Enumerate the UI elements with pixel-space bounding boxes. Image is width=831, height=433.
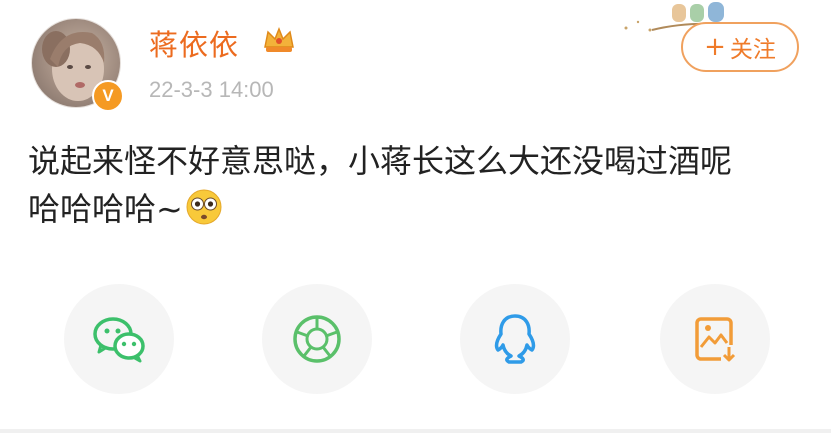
qq-icon [494,314,536,364]
username[interactable]: 蒋依依 [149,22,239,64]
wide-eyed-emoji-icon [186,189,222,225]
plus-icon: + [704,32,726,62]
post-text-line-2-wrap: 哈哈哈哈~ [28,185,818,233]
divider [0,429,831,433]
share-wechat-button[interactable] [64,284,174,394]
wechat-icon [93,317,145,363]
weibo-post: V 蒋依依 22-3-3 14:00 + 关注 说起来怪不好意思哒，小蒋长这么大… [0,0,831,433]
verified-badge: V [92,80,124,112]
post-text-line-2: 哈哈哈哈~ [28,190,183,228]
moments-icon [293,315,341,363]
post-text-line-1: 说起来怪不好意思哒，小蒋长这么大还没喝过酒呢 [28,142,733,180]
post-timestamp: 22-3-3 14:00 [149,77,274,102]
post-text: 说起来怪不好意思哒，小蒋长这么大还没喝过酒呢 哈哈哈哈~ [28,137,818,233]
share-moments-button[interactable] [262,284,372,394]
save-image-button[interactable] [660,284,770,394]
save-image-icon [695,317,737,363]
follow-label: 关注 [729,37,776,63]
follow-button[interactable]: + 关注 [681,22,799,72]
share-qq-button[interactable] [460,284,570,394]
crown-icon [264,26,294,52]
